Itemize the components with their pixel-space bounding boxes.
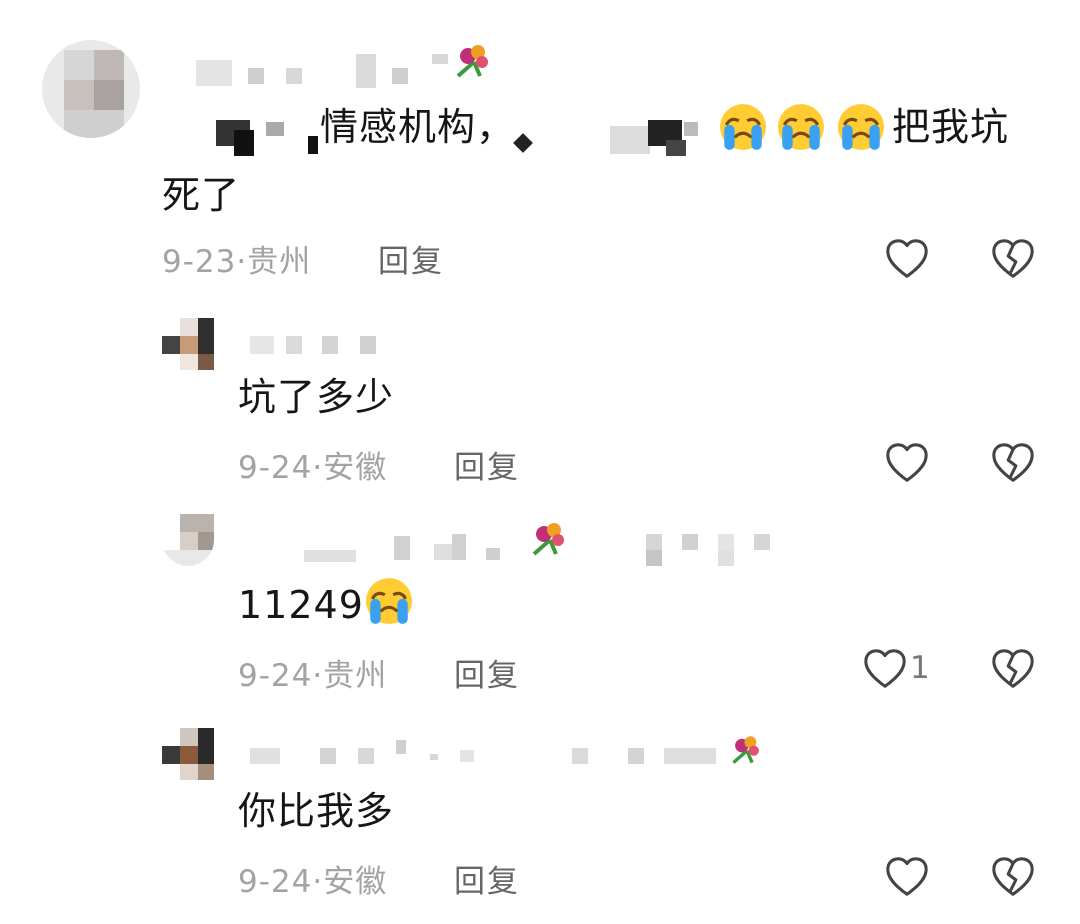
comment-meta: 9-24·安徽 (238, 856, 387, 901)
comment-text-value: 11249 (238, 583, 364, 627)
username-pixelated[interactable] (250, 334, 390, 358)
username-pixelated[interactable] (250, 736, 770, 776)
like-icon[interactable] (862, 646, 908, 692)
like-count: 1 (910, 650, 930, 686)
comment-location: 安徽 (323, 450, 388, 486)
comment-meta: 9-24·贵州 (238, 650, 387, 695)
like-icon[interactable] (884, 854, 930, 900)
comment-text-part1: 情感机构， (320, 105, 516, 149)
avatar[interactable] (162, 728, 214, 780)
dislike-icon[interactable] (990, 440, 1036, 486)
dislike-icon[interactable] (990, 646, 1036, 692)
comment-text: 坑了多少 (238, 375, 395, 419)
comment-location: 贵州 (323, 658, 388, 694)
comment-location: 贵州 (247, 244, 312, 280)
like-icon[interactable] (884, 236, 930, 282)
comment-text: 11249 (238, 574, 418, 636)
crying-emoji (836, 102, 886, 152)
comment-date: 9-24 (238, 864, 313, 900)
reply-button[interactable]: 回复 (454, 442, 520, 487)
comment-meta: 9-24·安徽 (238, 442, 387, 487)
dislike-icon[interactable] (990, 236, 1036, 282)
username-pixelated[interactable] (196, 54, 496, 94)
reply-button[interactable]: 回复 (454, 650, 520, 695)
comment-date: 9-23 (162, 244, 237, 280)
bouquet-icon (530, 518, 570, 558)
comment-text: 你比我多 (238, 789, 395, 833)
meta-separator: · (312, 864, 324, 900)
avatar[interactable] (162, 318, 214, 370)
comment-text: 情感机构， 把我坑 (216, 96, 1036, 158)
bouquet-icon (730, 732, 764, 766)
meta-separator: · (236, 244, 248, 280)
comment-date: 9-24 (238, 658, 313, 694)
meta-separator: · (312, 658, 324, 694)
comment-meta: 9-23·贵州 (162, 236, 311, 281)
meta-separator: · (312, 450, 324, 486)
comment-text-part2: 把我坑 (892, 105, 1010, 149)
reply-button[interactable]: 回复 (378, 236, 444, 281)
dislike-icon[interactable] (990, 854, 1036, 900)
comment-text-part3: 死了 (162, 173, 241, 217)
reply-button[interactable]: 回复 (454, 856, 520, 901)
comment-date: 9-24 (238, 450, 313, 486)
avatar[interactable] (162, 514, 214, 566)
comment-location: 安徽 (323, 864, 388, 900)
bouquet-icon (454, 40, 494, 80)
like-icon[interactable] (884, 440, 930, 486)
crying-emoji (718, 102, 768, 152)
crying-emoji (776, 102, 826, 152)
crying-emoji (364, 576, 414, 626)
avatar[interactable] (42, 40, 140, 138)
